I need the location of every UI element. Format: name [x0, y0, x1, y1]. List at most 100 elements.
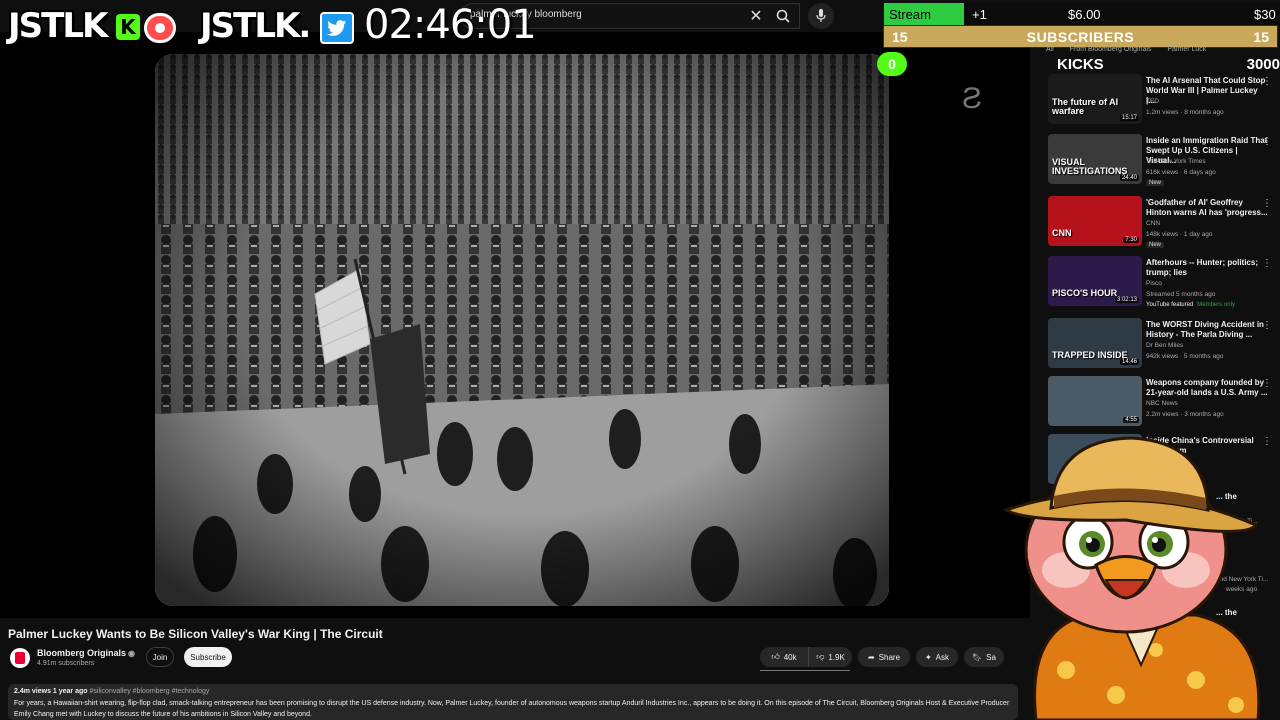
- rec-stats: 942k views · 5 months ago: [1146, 353, 1224, 360]
- recommendation-item[interactable]: The future of AI warfare 15:17 The AI Arse…: [1048, 74, 1280, 130]
- hashtags[interactable]: #siliconvalley #bloomberg #technology: [90, 688, 210, 695]
- more-options-icon[interactable]: ⋮: [1262, 136, 1272, 147]
- rec-thumbnail[interactable]: The future of AI warfare 15:17: [1048, 74, 1142, 124]
- recommendation-item[interactable]: 4:55 Weapons company founded by 21-year-o…: [1048, 376, 1280, 432]
- rec-duration: 24:40: [1119, 175, 1139, 181]
- video-player[interactable]: Ƨ: [0, 32, 1030, 618]
- rec-thumbnail-text: TRAPPED INSIDE: [1052, 350, 1128, 360]
- more-options-icon[interactable]: ⋮: [1262, 258, 1272, 269]
- more-options-icon[interactable]: ⋮: [1262, 198, 1272, 209]
- rec-duration: 14:46: [1119, 359, 1139, 365]
- rec-thumbnail[interactable]: CNN 7:30: [1048, 196, 1142, 246]
- rec-stats: 616k views · 6 days ago: [1146, 169, 1216, 176]
- video-title: Palmer Luckey Wants to Be Silicon Valley…: [8, 627, 383, 641]
- rec-duration: 4:55: [1123, 417, 1139, 423]
- recommendation-item[interactable]: VISUAL INVESTIGATIONS 24:40 Inside an Immi…: [1048, 134, 1280, 190]
- stream-hours-label: Stream Hours: [884, 3, 964, 37]
- rec-channel[interactable]: The New York Times: [1146, 158, 1206, 165]
- like-button[interactable]: 👍︎ 40k: [760, 647, 808, 667]
- rec-duration: 15:17: [1119, 115, 1139, 121]
- ask-button[interactable]: ✦ Ask: [916, 647, 958, 667]
- recommendation-item[interactable]: CNN 7:30 'Godfather of AI' Geoffrey Hinton…: [1048, 196, 1280, 252]
- subscribers-current: 15: [892, 29, 908, 45]
- rec-thumbnail[interactable]: TRAPPED INSIDE 14:46: [1048, 318, 1142, 368]
- sparkle-icon: ✦: [924, 652, 932, 662]
- save-label: Sa: [986, 652, 996, 662]
- rec-stats: 1.2m views · 8 months ago: [1146, 109, 1224, 116]
- stream-hours-increment: +1: [972, 7, 987, 22]
- chip-related[interactable]: Palmer Luck: [1167, 46, 1206, 53]
- thumbs-up-icon: 👍︎: [771, 652, 780, 661]
- channel-avatar[interactable]: [10, 648, 30, 668]
- microphone-icon[interactable]: [808, 3, 834, 29]
- channel-name-text[interactable]: Bloomberg Originals: [37, 648, 126, 658]
- rec-duration: 7:30: [1123, 237, 1139, 243]
- rec-title[interactable]: Weapons company founded by 21-year-old l…: [1146, 378, 1268, 398]
- like-ratio-bar: [760, 670, 850, 671]
- rec-channel[interactable]: Pisco: [1146, 280, 1162, 287]
- kicks-current: 0: [877, 52, 907, 76]
- join-button[interactable]: Join: [146, 647, 174, 667]
- description-meta: 2.4m views 1 year ago #siliconvalley #bl…: [14, 688, 1012, 695]
- channel-name[interactable]: Bloomberg Originals ◉: [37, 648, 135, 658]
- marching-soldiers-image: [155, 54, 889, 606]
- channel-subscriber-count: 4.91m subscribers: [37, 660, 95, 667]
- stream-hours-money: $6.00: [1068, 7, 1101, 22]
- rec-thumbnail[interactable]: VISUAL INVESTIGATIONS 24:40: [1048, 134, 1142, 184]
- verified-icon: ◉: [128, 649, 135, 658]
- record-icon: [144, 13, 176, 43]
- description-text: For years, a Hawaiian-shirt wearing, fli…: [14, 700, 1010, 718]
- view-count-date: 2.4m views 1 year ago: [14, 688, 88, 695]
- rec-title[interactable]: 'Godfather of AI' Geoffrey Hinton warns …: [1146, 198, 1268, 218]
- thumbs-down-icon: 👎︎: [816, 652, 825, 661]
- subscribe-button[interactable]: Subscribe: [184, 647, 232, 667]
- kick-logo-icon: K: [116, 14, 140, 40]
- rec-channel[interactable]: TED: [1146, 98, 1159, 105]
- share-icon: ➦: [867, 652, 875, 662]
- members-only-badge: Members only: [1197, 302, 1235, 308]
- like-count: 40k: [783, 652, 797, 662]
- rec-stats: 2.2m views · 3 months ago: [1146, 411, 1224, 418]
- clear-search-icon[interactable]: ✕: [746, 6, 766, 26]
- subscribers-goal: 15: [1253, 29, 1269, 45]
- video-frame[interactable]: [155, 54, 889, 606]
- player-overlay-glyph: Ƨ: [962, 82, 983, 115]
- share-button[interactable]: ➦ Share: [858, 647, 910, 667]
- share-label: Share: [878, 652, 901, 662]
- new-badge: New: [1146, 242, 1165, 248]
- featured-badge-text: YouTube featured: [1146, 302, 1194, 308]
- subscribers-label: SUBSCRIBERS: [1026, 29, 1135, 45]
- rec-title[interactable]: The AI Arsenal That Could Stop World War…: [1146, 76, 1268, 106]
- new-badge: New: [1146, 180, 1165, 186]
- rec-duration: 3:02:13: [1114, 297, 1139, 303]
- filter-chips: All From Bloomberg Originals Palmer Luck: [1046, 46, 1220, 58]
- rec-thumbnail-text: VISUAL INVESTIGATIONS: [1052, 157, 1128, 176]
- featured-badge: YouTube featured Members only: [1146, 302, 1235, 308]
- recommendation-item[interactable]: TRAPPED INSIDE 14:46 The WORST Diving Acci…: [1048, 318, 1280, 374]
- rec-title[interactable]: The WORST Diving Accident in History - T…: [1146, 320, 1268, 340]
- more-options-icon[interactable]: ⋮: [1262, 76, 1272, 87]
- stream-hours-goal-amount: $30: [1254, 7, 1276, 22]
- streamer-logo-twitter: JSTLK.: [200, 6, 311, 46]
- search-icon[interactable]: [768, 4, 798, 28]
- rec-thumbnail[interactable]: PISCO'S HOUR 3:02:13: [1048, 256, 1142, 306]
- rec-title[interactable]: Afterhours -- Hunter; politics; trump; l…: [1146, 258, 1268, 278]
- rec-channel[interactable]: Dr Ben Miles: [1146, 342, 1183, 349]
- more-options-icon[interactable]: ⋮: [1262, 320, 1272, 331]
- rec-thumbnail[interactable]: 4:55: [1048, 376, 1142, 426]
- dislike-button[interactable]: 👎︎ 1.9K: [808, 647, 852, 667]
- rec-channel[interactable]: NBC News: [1146, 400, 1178, 407]
- chip-from-channel[interactable]: From Bloomberg Originals: [1070, 46, 1152, 53]
- rec-channel[interactable]: CNN: [1146, 220, 1160, 227]
- more-options-icon[interactable]: ⋮: [1262, 378, 1272, 389]
- ask-label: Ask: [935, 652, 950, 662]
- twitter-bird-icon: [320, 12, 354, 44]
- video-description[interactable]: 2.4m views 1 year ago #siliconvalley #bl…: [8, 684, 1018, 720]
- stream-timer: 02:46:01: [364, 2, 537, 48]
- chip-all[interactable]: All: [1046, 46, 1054, 53]
- subscribers-goal-bar: SUBSCRIBERS 15 15: [883, 25, 1278, 48]
- rec-thumbnail-text: The future of AI warfare: [1052, 97, 1119, 116]
- rec-stats: Streamed 5 months ago: [1146, 291, 1216, 298]
- rec-stats: 148k views · 1 day ago: [1146, 231, 1213, 238]
- recommendation-item[interactable]: PISCO'S HOUR 3:02:13 Afterhours -- Hunter;…: [1048, 256, 1280, 312]
